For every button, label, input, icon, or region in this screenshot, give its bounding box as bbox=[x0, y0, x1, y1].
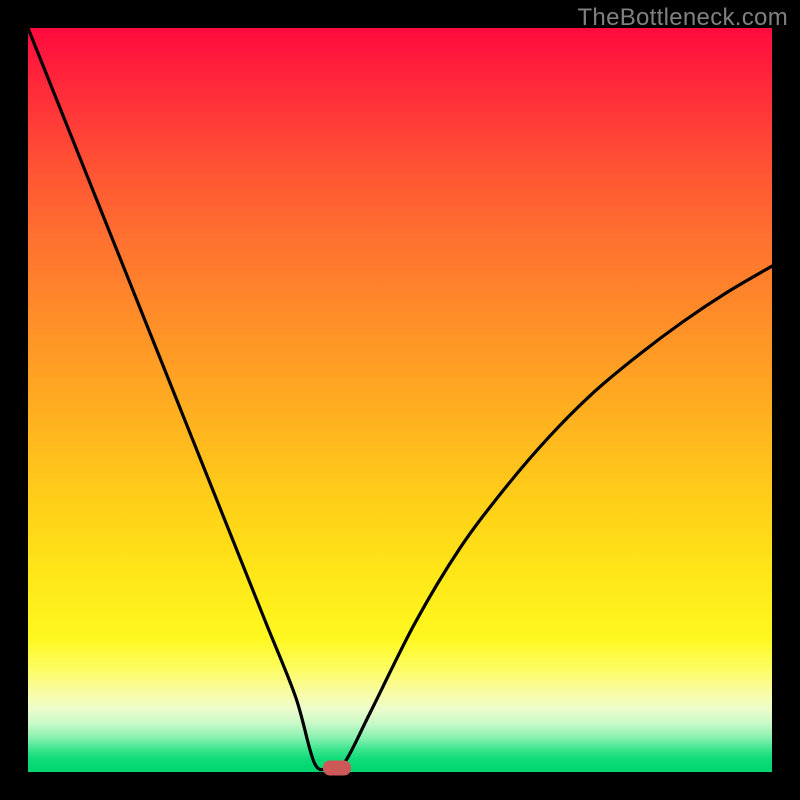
bottleneck-curve bbox=[28, 28, 772, 772]
watermark-text: TheBottleneck.com bbox=[577, 4, 788, 32]
plot-area bbox=[28, 28, 772, 772]
optimal-point-marker bbox=[323, 760, 351, 775]
chart-frame: TheBottleneck.com bbox=[0, 0, 800, 800]
